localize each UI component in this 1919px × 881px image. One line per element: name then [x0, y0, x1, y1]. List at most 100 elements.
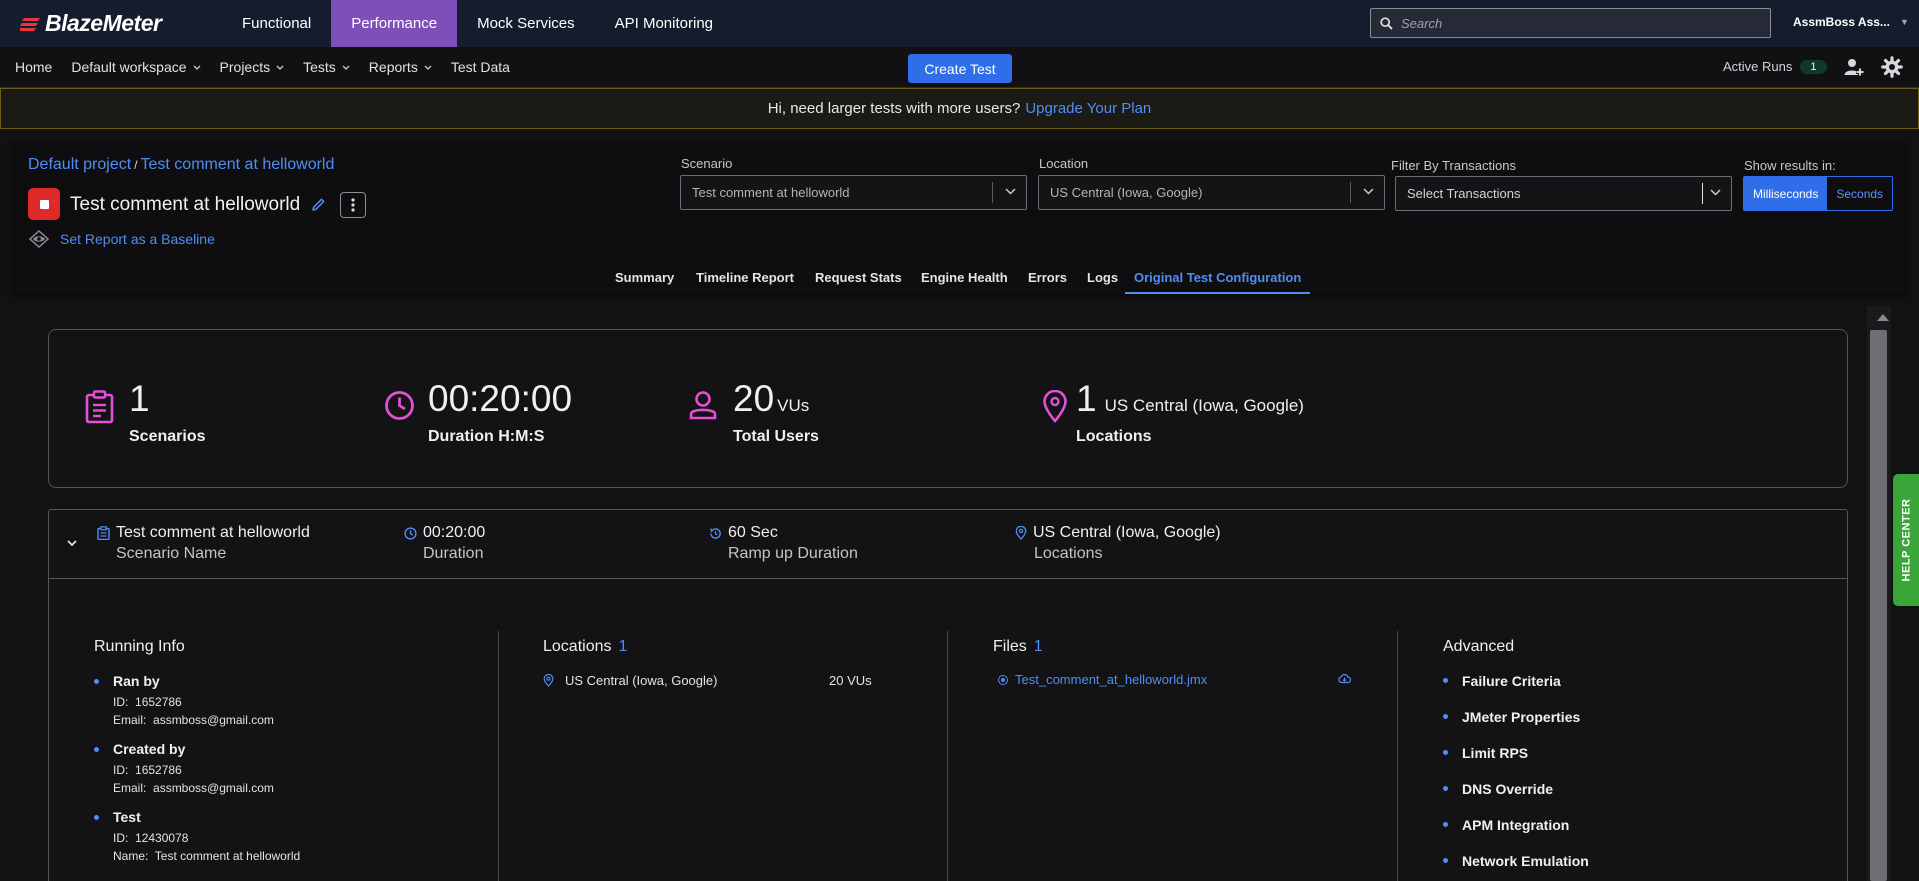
- nav-test-data[interactable]: Test Data: [451, 59, 510, 75]
- advanced-item-failure-criteria[interactable]: Failure Criteria: [1443, 673, 1589, 709]
- pencil-icon[interactable]: [311, 197, 326, 212]
- cloud-download-icon[interactable]: [1338, 673, 1351, 684]
- running-info-title: Running Info: [94, 638, 185, 655]
- advanced-item-network-emulation[interactable]: Network Emulation: [1443, 853, 1589, 881]
- locations-value: 1 US Central (Iowa, Google): [1076, 378, 1304, 420]
- user-menu[interactable]: AssmBoss Ass... ▼: [1793, 15, 1909, 29]
- advanced-item-apm-integration[interactable]: APM Integration: [1443, 817, 1589, 853]
- scenario-header[interactable]: Test comment at helloworld Scenario Name…: [49, 510, 1847, 579]
- list-item: Created by ID: 1652786 Email: assmboss@g…: [94, 741, 300, 797]
- location-select-value: US Central (Iowa, Google): [1050, 185, 1203, 200]
- nav-reports-dropdown[interactable]: Reports: [369, 59, 432, 75]
- advanced-item-jmeter-properties[interactable]: JMeter Properties: [1443, 709, 1589, 745]
- help-center-tab[interactable]: HELP CENTER: [1893, 474, 1919, 606]
- user-icon: [689, 391, 717, 420]
- id-value: 1652786: [135, 695, 182, 709]
- tab-original-test-configuration[interactable]: Original Test Configuration: [1125, 270, 1311, 294]
- scenario-filter-label: Scenario: [681, 156, 733, 171]
- nav-home[interactable]: Home: [15, 59, 52, 75]
- nav-mock-services[interactable]: Mock Services: [457, 0, 595, 47]
- scenario-select[interactable]: Test comment at helloworld: [680, 175, 1027, 210]
- nav-projects-dropdown[interactable]: Projects: [220, 59, 285, 75]
- file-link[interactable]: Test_comment_at_helloworld.jmx: [998, 672, 1207, 687]
- clock-icon: [404, 526, 417, 540]
- scenario-duration: 00:20:00: [423, 524, 486, 541]
- breadcrumb-test-link[interactable]: Test comment at helloworld: [141, 156, 335, 173]
- advanced-item-label: JMeter Properties: [1462, 709, 1581, 725]
- location-pin-icon: [1015, 526, 1027, 540]
- gear-icon[interactable]: [1881, 56, 1903, 78]
- nav-projects-label: Projects: [219, 59, 271, 75]
- add-user-icon[interactable]: [1843, 56, 1865, 78]
- clipboard-icon: [85, 390, 114, 424]
- transactions-select[interactable]: Select Transactions: [1395, 176, 1732, 211]
- kebab-menu-icon: [351, 198, 355, 212]
- nav-tests-dropdown[interactable]: Tests: [303, 59, 350, 75]
- advanced-item-label: APM Integration: [1462, 817, 1570, 833]
- create-test-button[interactable]: Create Test: [908, 54, 1012, 83]
- transactions-filter-label: Filter By Transactions: [1391, 158, 1516, 173]
- set-baseline-link[interactable]: Set Report as a Baseline: [28, 230, 215, 248]
- location-pin-icon: [1043, 390, 1067, 423]
- history-icon: [709, 527, 721, 539]
- report-title: Test comment at helloworld: [70, 194, 301, 215]
- tab-request-stats[interactable]: Request Stats: [815, 270, 902, 294]
- milliseconds-toggle[interactable]: Milliseconds: [1744, 177, 1828, 210]
- locations-label: Locations: [1076, 428, 1152, 445]
- seconds-toggle[interactable]: Seconds: [1827, 177, 1892, 210]
- email-label: Email:: [113, 713, 147, 727]
- nav-workspace-label: Default workspace: [71, 59, 187, 75]
- advanced-item-dns-override[interactable]: DNS Override: [1443, 781, 1589, 817]
- breadcrumb-project-link[interactable]: Default project: [28, 156, 131, 173]
- users-unit: VUs: [777, 396, 810, 415]
- more-options-button[interactable]: [340, 192, 366, 218]
- email-value: assmboss@gmail.com: [153, 781, 274, 795]
- tab-errors[interactable]: Errors: [1028, 270, 1067, 294]
- upgrade-plan-link[interactable]: Upgrade Your Plan: [1025, 100, 1151, 117]
- tab-engine-health[interactable]: Engine Health: [921, 270, 1008, 294]
- scenario-location-label: Locations: [1034, 545, 1103, 562]
- blazemeter-logo[interactable]: BlazeMeter: [20, 10, 222, 37]
- running-info-list: Ran by ID: 1652786 Email: assmboss@gmail…: [94, 673, 300, 877]
- advanced-item-label: Network Emulation: [1462, 853, 1589, 869]
- tab-logs[interactable]: Logs: [1087, 270, 1118, 294]
- chevron-down-icon: [424, 65, 432, 70]
- files-section-label: Files: [993, 638, 1027, 655]
- advanced-list: Failure Criteria JMeter Properties Limit…: [1443, 673, 1589, 881]
- search-input[interactable]: [1401, 15, 1761, 31]
- nav-api-monitoring[interactable]: API Monitoring: [595, 0, 733, 47]
- scenario-name-label: Scenario Name: [116, 545, 227, 562]
- nav-performance[interactable]: Performance: [331, 0, 458, 47]
- locations-count: 1: [1076, 378, 1097, 419]
- chevron-down-icon: [276, 65, 284, 70]
- stop-test-button[interactable]: [28, 188, 60, 220]
- chevron-down-icon[interactable]: [67, 540, 77, 547]
- scroll-up-arrow-icon[interactable]: [1877, 314, 1889, 321]
- baseline-icon: [28, 230, 50, 248]
- advanced-item-label: Failure Criteria: [1462, 673, 1561, 689]
- upgrade-banner: Hi, need larger tests with more users? U…: [0, 88, 1919, 129]
- scrollbar-thumb[interactable]: [1870, 330, 1887, 881]
- scenario-location: US Central (Iowa, Google): [1033, 524, 1221, 541]
- clock-icon: [385, 391, 414, 420]
- file-name: Test_comment_at_helloworld.jmx: [1015, 672, 1208, 687]
- tab-timeline-report[interactable]: Timeline Report: [696, 270, 794, 294]
- duration-label: Duration H:M:S: [428, 428, 545, 445]
- tab-summary[interactable]: Summary: [615, 270, 674, 294]
- scenario-duration-col: 00:20:00 Duration: [404, 524, 485, 563]
- advanced-item-limit-rps[interactable]: Limit RPS: [1443, 745, 1589, 781]
- files-section-count: 1: [1033, 638, 1043, 655]
- active-runs[interactable]: Active Runs 1: [1723, 59, 1827, 74]
- scenario-rampup-col: 60 Sec Ramp up Duration: [709, 524, 858, 563]
- id-label: ID:: [113, 695, 129, 709]
- location-row: US Central (Iowa, Google) 20 VUs: [543, 673, 872, 688]
- list-item: Test ID: 12430078 Name: Test comment at …: [94, 809, 300, 865]
- nav-functional[interactable]: Functional: [222, 0, 331, 47]
- scenario-location-col: US Central (Iowa, Google) Locations: [1015, 524, 1221, 563]
- location-select[interactable]: US Central (Iowa, Google): [1038, 175, 1385, 210]
- nav-workspace-dropdown[interactable]: Default workspace: [71, 59, 200, 75]
- show-results-label: Show results in:: [1744, 158, 1836, 173]
- breadcrumb: Default project / Test comment at hellowor…: [28, 156, 334, 174]
- nav-test-data-label: Test Data: [450, 59, 510, 75]
- scenario-ramp-up: 60 Sec: [728, 524, 778, 541]
